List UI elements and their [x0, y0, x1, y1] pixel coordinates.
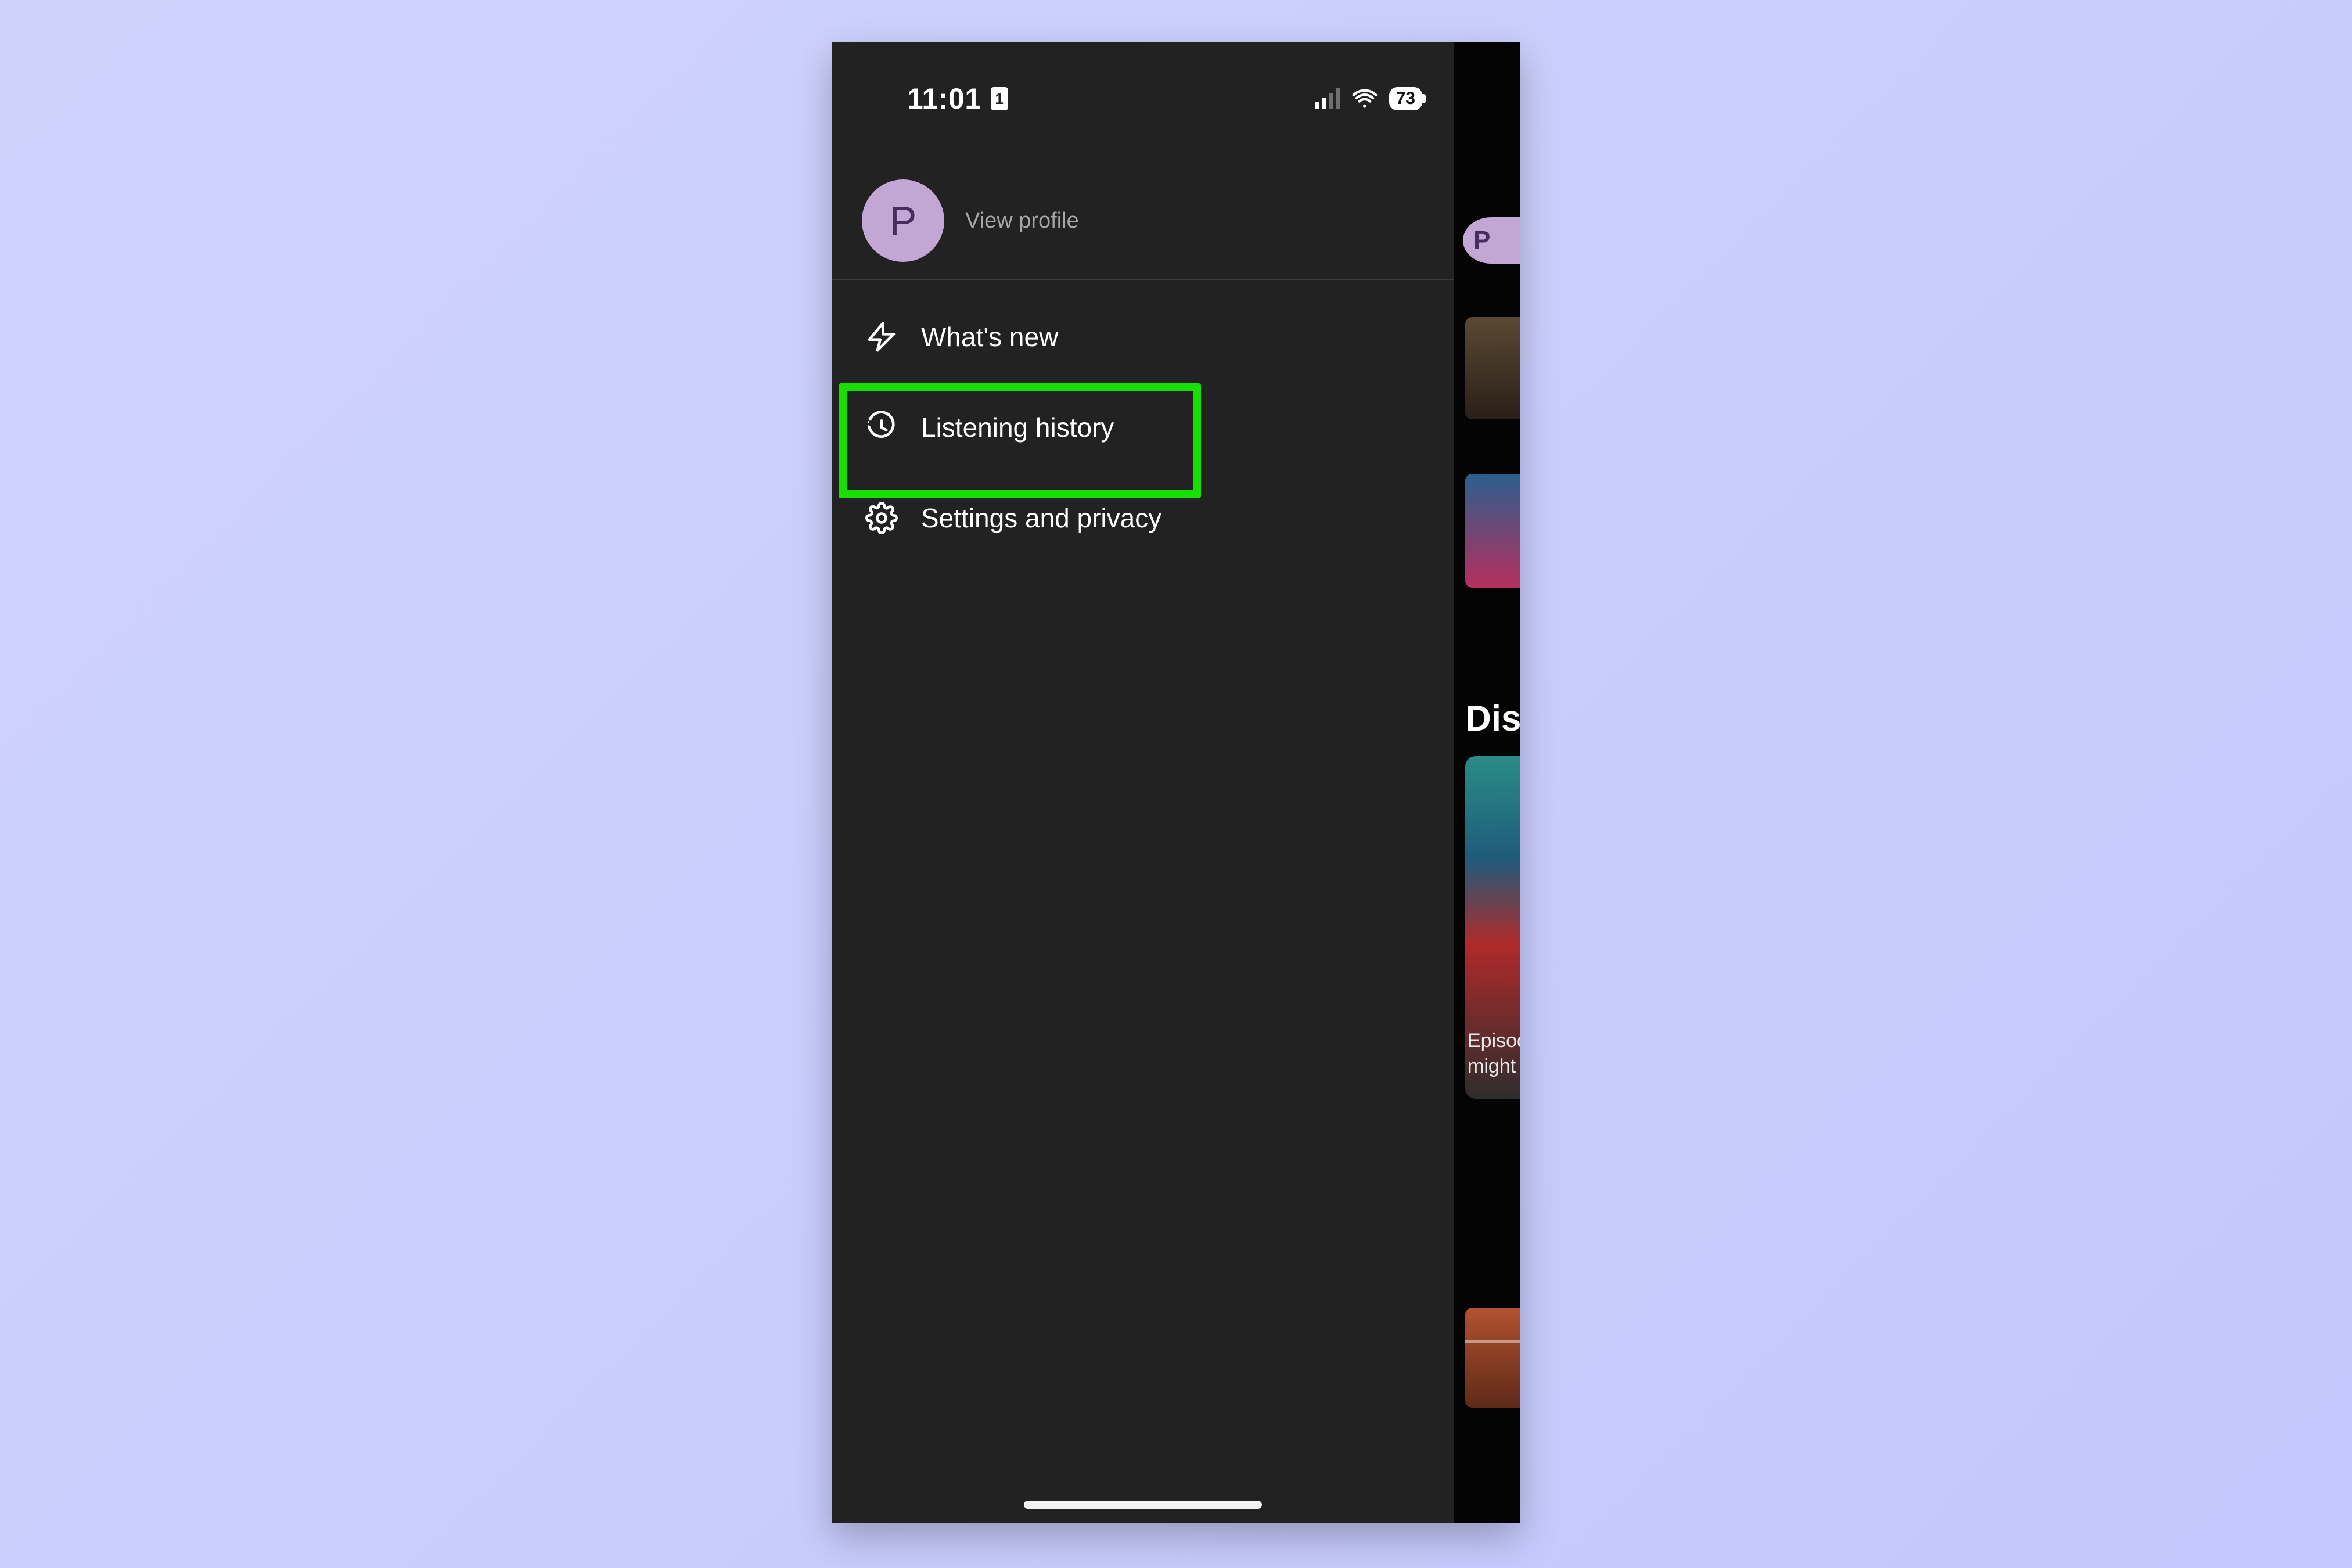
- canvas-background: P Discover Episodes you might like 11:01…: [0, 0, 2352, 1568]
- menu-item-label: Listening history: [921, 412, 1114, 443]
- profile-row[interactable]: P View profile: [832, 163, 1454, 279]
- home-indicator: [1024, 1501, 1262, 1509]
- background-card-caption: might like: [1468, 1055, 1520, 1078]
- background-thumbnail: [1465, 1308, 1520, 1408]
- background-avatar-letter: P: [1473, 226, 1490, 255]
- background-thumbnail: [1465, 474, 1520, 588]
- lightning-icon: [864, 319, 899, 354]
- settings-privacy-item[interactable]: Settings and privacy: [832, 473, 1454, 563]
- drawer-menu: What's new Listening history: [832, 292, 1454, 563]
- avatar-letter: P: [890, 197, 917, 244]
- sim-card-icon: 1: [991, 87, 1008, 110]
- divider: [832, 279, 1454, 280]
- background-card-caption: Episodes you: [1468, 1030, 1520, 1052]
- background-avatar: P: [1463, 217, 1520, 264]
- status-bar: 11:01 1: [832, 71, 1454, 126]
- status-right-group: 73: [1315, 87, 1422, 110]
- avatar[interactable]: P: [862, 179, 944, 262]
- listening-history-item[interactable]: Listening history: [832, 382, 1454, 473]
- wifi-icon: [1352, 89, 1378, 109]
- menu-item-label: What's new: [921, 321, 1058, 353]
- background-thumbnail: [1465, 317, 1520, 419]
- battery-percent: 73: [1396, 89, 1415, 109]
- phone-screenshot: P Discover Episodes you might like 11:01…: [832, 42, 1520, 1523]
- status-time-group: 11:01 1: [907, 82, 1008, 116]
- side-drawer: 11:01 1: [832, 42, 1454, 1523]
- status-time: 11:01: [907, 82, 981, 116]
- cellular-signal-icon: [1315, 88, 1340, 109]
- background-section-title: Discover: [1465, 698, 1520, 735]
- background-progress-line: [1465, 1340, 1520, 1343]
- menu-item-label: Settings and privacy: [921, 502, 1161, 534]
- battery-indicator: 73: [1389, 87, 1422, 110]
- gear-icon: [865, 502, 898, 534]
- whats-new-item[interactable]: What's new: [832, 292, 1454, 382]
- background-app-sliver: P Discover Episodes you might like: [1454, 42, 1520, 1523]
- background-feature-card: Episodes you might like: [1465, 756, 1520, 1099]
- history-icon: [864, 410, 899, 445]
- view-profile-link[interactable]: View profile: [965, 208, 1079, 233]
